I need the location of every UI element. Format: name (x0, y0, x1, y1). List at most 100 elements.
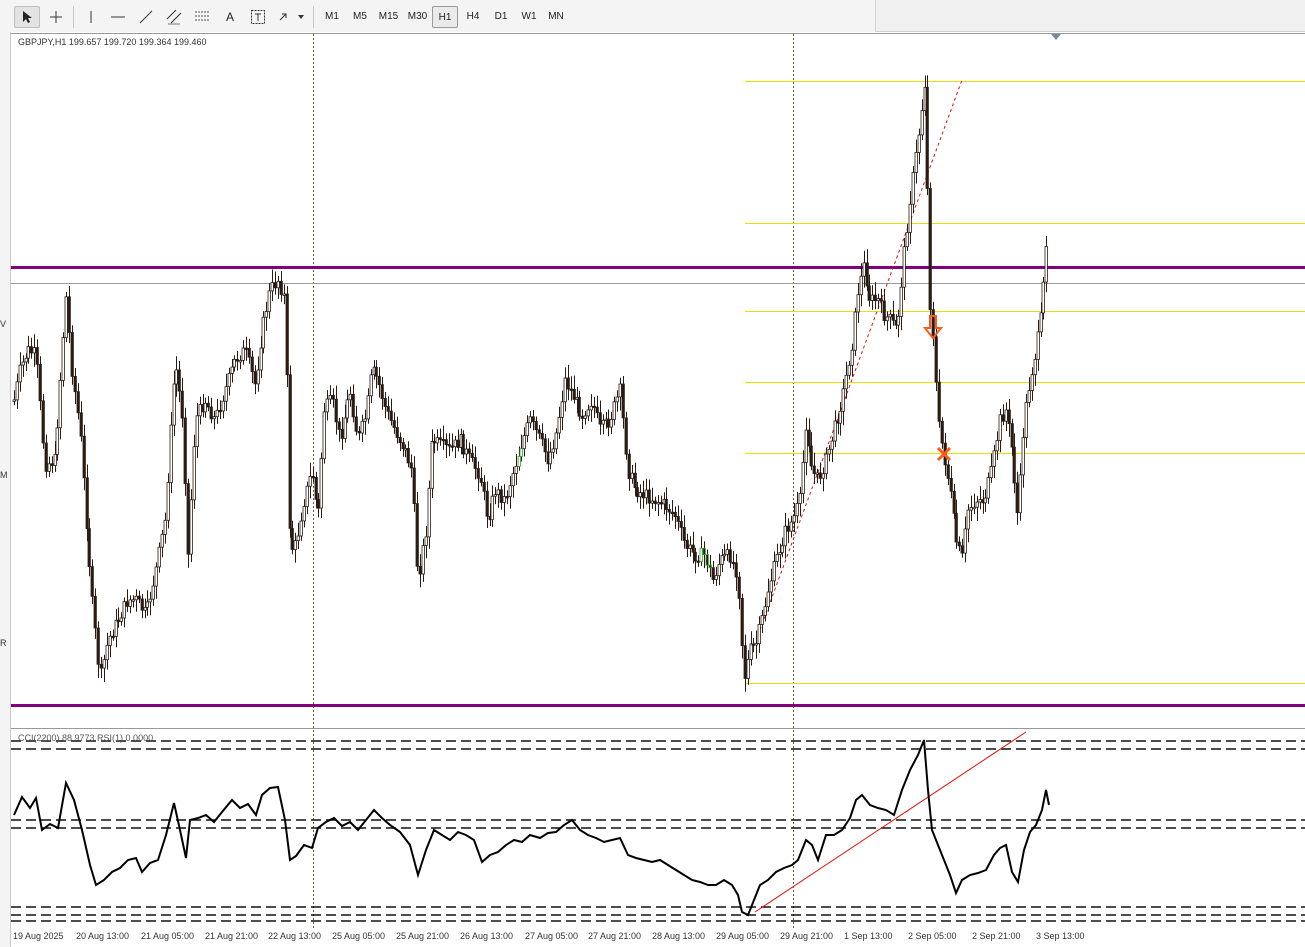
vertical-line-icon[interactable] (80, 6, 102, 28)
candle-body (73, 375, 77, 393)
timeframe-h4-button[interactable]: H4 (459, 6, 487, 28)
candle-body (15, 381, 19, 401)
candle-body (989, 465, 993, 478)
candle-body (47, 463, 51, 472)
cursor-icon[interactable] (14, 6, 40, 28)
candle-body (925, 86, 929, 189)
candle-body (728, 549, 732, 563)
candle-body (273, 282, 277, 289)
fibonacci-icon[interactable] (190, 6, 214, 28)
timeframe-d1-button[interactable]: D1 (487, 6, 515, 28)
candle-body (125, 601, 129, 607)
candle-body (865, 262, 869, 287)
symbol-info: GBPJPY,H1 199.657 199.720 199.364 199.46… (18, 37, 207, 47)
candle-body (754, 643, 758, 646)
candle-body (50, 463, 54, 466)
candle-body (183, 417, 187, 484)
candle-body (554, 432, 558, 450)
candle-body (522, 435, 526, 450)
timeframe-mn-button[interactable]: MN (543, 6, 569, 28)
candle-body (882, 300, 886, 322)
candle-body (348, 393, 352, 401)
candle-body (902, 246, 906, 288)
candle-body (519, 448, 523, 457)
timeframe-m30-button[interactable]: M30 (403, 6, 432, 28)
candle-body (357, 430, 361, 434)
timeframe-m1-button[interactable]: M1 (318, 6, 346, 28)
equidistant-channel-icon[interactable] (162, 6, 186, 28)
candle-body (833, 420, 837, 442)
candle-body (801, 461, 805, 494)
shapes-dropdown-icon[interactable] (276, 6, 306, 28)
candle-body (691, 544, 695, 553)
candle-body (122, 601, 126, 619)
candle-body (720, 555, 724, 565)
price-chart[interactable] (11, 32, 1305, 947)
candle-body (766, 591, 770, 608)
candle-body (775, 554, 779, 562)
candle-body (589, 405, 593, 411)
time-axis-label: 19 Aug 2025 (13, 931, 64, 941)
candle-body (531, 416, 535, 422)
candle-body (244, 347, 248, 350)
candle-body (659, 502, 663, 505)
candle-body (746, 659, 750, 679)
text-icon[interactable]: A (218, 6, 242, 28)
candle-body (253, 371, 257, 385)
candles (12, 75, 1048, 692)
horizontal-line-icon[interactable] (106, 6, 130, 28)
candle-body (140, 598, 144, 611)
candle-body (38, 363, 42, 402)
candle-body (264, 311, 268, 318)
candle-body (566, 377, 570, 390)
candle-body (749, 643, 753, 660)
candle-body (403, 447, 407, 451)
candle-body (783, 525, 787, 547)
timeframe-m5-button[interactable]: M5 (346, 6, 374, 28)
candle-body (279, 280, 283, 295)
timeframe-h1-button[interactable]: H1 (432, 6, 458, 28)
left-edge-mark: R (0, 638, 7, 648)
candle-body (427, 487, 431, 538)
candle-body (1027, 390, 1031, 403)
time-axis-label: 3 Sep 13:00 (1036, 931, 1085, 941)
timeframe-m15-button[interactable]: M15 (374, 6, 403, 28)
candle-body (525, 422, 529, 436)
candle-body (288, 374, 292, 529)
candle-body (377, 375, 381, 386)
candle-body (528, 416, 532, 424)
candle-body (215, 409, 219, 418)
candle-body (334, 398, 338, 423)
candle-body (267, 290, 271, 313)
text-label-icon[interactable] (246, 6, 270, 28)
candle-body (670, 511, 674, 514)
candle-body (351, 393, 355, 418)
timeframe-w1-button[interactable]: W1 (516, 6, 542, 28)
candle-body (227, 372, 231, 388)
candle-body (314, 476, 318, 500)
candle-body (983, 497, 987, 504)
candle-body (1044, 245, 1048, 283)
candle-body (679, 521, 683, 528)
candle-body (401, 442, 405, 450)
candle-body (64, 296, 68, 338)
candle-body (954, 512, 958, 543)
candle-body (169, 424, 173, 483)
candle-body (853, 311, 857, 351)
candle-body (1004, 409, 1008, 422)
time-axis-label: 28 Aug 13:00 (652, 931, 706, 941)
trendline (759, 79, 963, 631)
candle-body (856, 294, 860, 313)
crosshair-icon[interactable] (44, 6, 68, 28)
candle-body (693, 551, 697, 562)
candle-body (296, 535, 300, 541)
candle-body (241, 347, 245, 361)
candle-body (302, 506, 306, 522)
indicator-trendline (754, 731, 1027, 913)
candle-body (157, 546, 161, 568)
time-axis-label: 25 Aug 21:00 (396, 931, 450, 941)
trendline-icon[interactable] (134, 6, 158, 28)
candle-body (673, 512, 677, 518)
candle-body (577, 396, 581, 417)
candle-body (792, 515, 796, 523)
